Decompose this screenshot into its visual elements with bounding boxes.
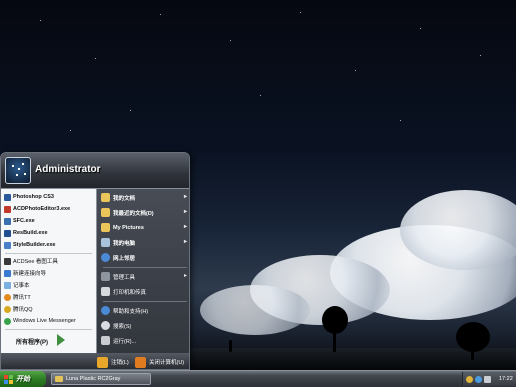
printer-icon [101, 287, 110, 296]
clock[interactable]: 17:22 [499, 376, 513, 382]
program-resbuild[interactable]: ResBuild.exe [4, 227, 48, 239]
person-silhouette [229, 340, 232, 352]
program-acdsee[interactable]: ACDSee 看图工具 [4, 255, 58, 267]
place-network-places[interactable]: 网上邻居 [101, 251, 189, 264]
search-icon [101, 321, 110, 330]
submenu-arrow-icon: ▸ [183, 194, 187, 200]
acd-photo-editor-icon [4, 205, 11, 213]
resbuild-icon [4, 229, 11, 237]
places-separator [103, 267, 187, 268]
tray-volume-icon[interactable] [484, 375, 491, 383]
submenu-arrow-icon: ▸ [183, 273, 187, 279]
program-sfc[interactable]: SFC.exe [4, 215, 35, 227]
program-network-wizard[interactable]: 新建连接向导 [4, 267, 46, 279]
network-places-icon [101, 253, 110, 262]
place-run[interactable]: 运行(R)... [101, 334, 189, 347]
acdsee-icon [4, 257, 11, 265]
shutdown-button[interactable]: 关闭计算机(U) [135, 356, 184, 368]
pinned-separator [5, 253, 92, 254]
photoshop-icon [4, 193, 11, 201]
place-admin-tools[interactable]: 管理工具 ▸ [101, 270, 189, 283]
start-menu: Administrator Photoshop CS3 ACDPhotoEdit… [0, 152, 190, 370]
logoff-button[interactable]: 注销(L) [97, 356, 129, 368]
place-my-computer[interactable]: 我的电脑 ▸ [101, 236, 189, 249]
program-tencent-tt[interactable]: 腾讯TT [4, 291, 31, 303]
network-wizard-icon [4, 269, 11, 277]
key-icon [97, 356, 108, 368]
tencent-tt-icon [4, 293, 11, 301]
stylebuilder-icon [4, 241, 11, 249]
program-messenger[interactable]: Windows Live Messenger [4, 315, 76, 327]
places-separator-2 [103, 301, 187, 302]
tray-network-icon[interactable] [475, 375, 482, 383]
taskbar: 开始 Luna Plastic RC2Gray 17:22 [0, 370, 516, 387]
place-recent-documents[interactable]: 我最近的文档(D) ▸ [101, 206, 189, 219]
my-pictures-icon [101, 223, 110, 232]
program-list: Photoshop CS3 ACDPhotoEditor3.exe SFC.ex… [1, 189, 96, 353]
recent-documents-icon [101, 208, 110, 217]
place-my-pictures[interactable]: My Pictures ▸ [101, 221, 189, 234]
start-button[interactable]: 开始 [0, 371, 46, 387]
submenu-arrow-icon: ▸ [183, 239, 187, 245]
program-acdphotoeditor[interactable]: ACDPhotoEditor3.exe [4, 203, 70, 215]
my-computer-icon [101, 238, 110, 247]
power-icon [135, 356, 146, 368]
places-list: 我的文档 ▸ 我最近的文档(D) ▸ My Pictures ▸ 我的电脑 ▸ … [96, 189, 189, 353]
place-printers[interactable]: 打印机和传真 [101, 285, 189, 298]
start-menu-footer: 注销(L) 关闭计算机(U) [1, 353, 189, 369]
notepad-icon [4, 281, 11, 289]
start-menu-header: Administrator [1, 153, 189, 189]
program-photoshop[interactable]: Photoshop CS3 [4, 191, 54, 203]
place-help[interactable]: 帮助和支持(H) [101, 304, 189, 317]
place-search[interactable]: 搜索(S) [101, 319, 189, 332]
user-avatar[interactable] [5, 157, 31, 184]
program-notepad[interactable]: 记事本 [4, 279, 30, 291]
program-stylebuilder[interactable]: StyleBuilder.exe [4, 239, 56, 251]
submenu-arrow-icon: ▸ [183, 209, 187, 215]
program-qq[interactable]: 腾讯QQ [4, 303, 33, 315]
my-documents-icon [101, 193, 110, 202]
taskbar-window-button[interactable]: Luna Plastic RC2Gray [51, 373, 151, 385]
arrow-right-icon [57, 334, 65, 346]
user-name: Administrator [35, 164, 101, 175]
system-tray: 17:22 [462, 372, 516, 386]
messenger-icon [4, 317, 11, 325]
submenu-arrow-icon: ▸ [183, 224, 187, 230]
place-my-documents[interactable]: 我的文档 ▸ [101, 191, 189, 204]
tray-app-icon[interactable] [466, 375, 473, 383]
help-icon [101, 306, 110, 315]
sfc-icon [4, 217, 11, 225]
run-icon [101, 336, 110, 345]
qq-icon [4, 305, 11, 313]
folder-icon [55, 376, 63, 382]
admin-tools-icon [101, 272, 110, 281]
all-programs-separator [5, 329, 92, 330]
windows-logo-icon [4, 374, 13, 384]
all-programs-button[interactable]: 所有程序(P) [1, 334, 96, 351]
